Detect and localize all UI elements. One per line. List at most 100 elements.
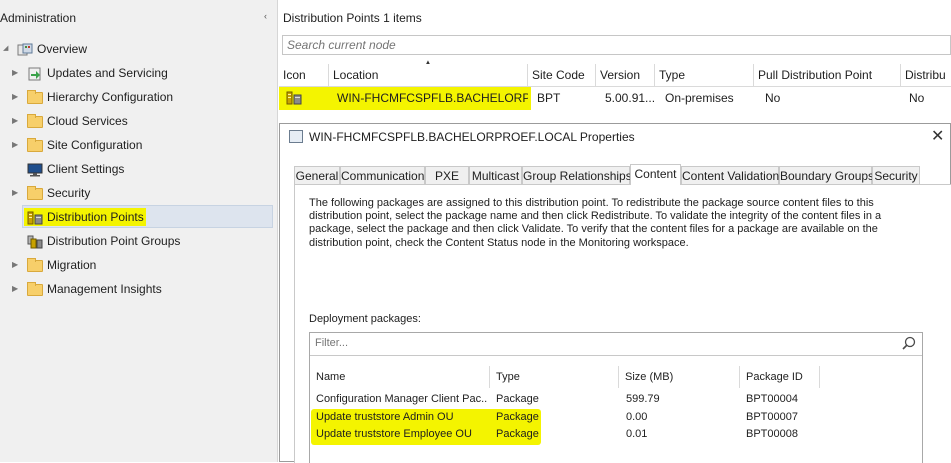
package-type: Package xyxy=(496,428,539,440)
monitor-icon xyxy=(27,162,43,177)
node-title: Distribution Points xyxy=(283,11,380,25)
close-icon[interactable]: ✕ xyxy=(931,126,944,146)
tree-item-label: Updates and Servicing xyxy=(47,66,168,80)
tree-item-distribution-points[interactable]: Distribution Points xyxy=(0,206,277,228)
properties-dialog: WIN-FHCMFCSPFLB.BACHELORPROEF.LOCAL Prop… xyxy=(279,123,951,463)
column-header-type[interactable]: Type xyxy=(490,366,619,388)
tab-boundary-groups[interactable]: Boundary Groups xyxy=(779,166,874,184)
tab-general[interactable]: General xyxy=(294,166,340,184)
overview-icon xyxy=(17,42,33,56)
package-name: Configuration Manager Client Pac... xyxy=(316,393,488,405)
tab-group-relationships[interactable]: Group Relationships xyxy=(522,166,632,184)
deployment-packages-label: Deployment packages: xyxy=(309,313,421,325)
table-row[interactable]: WIN-FHCMFCSPFLB.BACHELORP... BPT 5.00.91… xyxy=(279,87,951,110)
filter-box[interactable] xyxy=(310,333,922,356)
tab-security[interactable]: Security xyxy=(872,166,920,184)
dialog-title: WIN-FHCMFCSPFLB.BACHELORPROEF.LOCAL Prop… xyxy=(309,130,635,144)
tree-item-management-insights[interactable]: ▶ Management Insights xyxy=(0,278,277,300)
deployment-packages-list: Name Type Size (MB) Package ID Configura… xyxy=(309,332,923,463)
tree-item-distribution-point-groups[interactable]: Distribution Point Groups xyxy=(0,230,277,252)
search-icon[interactable] xyxy=(902,336,916,350)
package-id: BPT00007 xyxy=(746,411,798,423)
tab-communication[interactable]: Communication xyxy=(340,166,425,184)
cell-pull-distribution-point: No xyxy=(765,91,781,105)
tree-item-label: Security xyxy=(47,186,91,200)
folder-icon xyxy=(27,282,43,296)
column-header-version[interactable]: Version xyxy=(596,64,655,86)
search-input[interactable] xyxy=(283,36,950,54)
distribution-point-icon xyxy=(286,91,302,105)
package-name: Update truststore Admin OU xyxy=(316,411,454,423)
folder-icon xyxy=(27,258,43,272)
package-size: 599.79 xyxy=(626,393,660,405)
column-header-distribution[interactable]: Distribu xyxy=(901,64,951,86)
table-row[interactable]: Update truststore Admin OU Package 0.00 … xyxy=(310,409,922,426)
tree-item-label: Migration xyxy=(47,258,97,272)
table-row[interactable]: Configuration Manager Client Pac... Pack… xyxy=(310,391,922,408)
collapsed-arrow-icon[interactable]: ▶ xyxy=(12,86,22,108)
tab-pxe[interactable]: PXE xyxy=(425,166,469,184)
collapsed-arrow-icon[interactable]: ▶ xyxy=(12,110,22,132)
updates-icon xyxy=(27,66,43,81)
collapsed-arrow-icon[interactable]: ▶ xyxy=(12,182,22,204)
package-name: Update truststore Employee OU xyxy=(316,428,472,440)
package-type: Package xyxy=(496,393,539,405)
package-id: BPT00004 xyxy=(746,393,798,405)
tab-strip: General Communication PXE Multicast Grou… xyxy=(294,164,951,185)
list-header: Distribution Points 1 items xyxy=(283,11,422,25)
tree-item-hierarchy-configuration[interactable]: ▶ Hierarchy Configuration xyxy=(0,86,277,108)
column-header-package-id[interactable]: Package ID xyxy=(740,366,820,388)
cell-distribution: No xyxy=(909,91,925,105)
tree-item-label: Hierarchy Configuration xyxy=(47,90,174,104)
package-id: BPT00008 xyxy=(746,428,798,440)
table-row[interactable]: Update truststore Employee OU Package 0.… xyxy=(310,426,922,443)
package-size: 0.01 xyxy=(626,428,648,440)
distribution-point-icon xyxy=(27,210,43,225)
search-box[interactable] xyxy=(282,35,951,55)
nav-header: Administration ‹ xyxy=(0,0,277,34)
folder-icon xyxy=(27,186,43,200)
item-count: 1 items xyxy=(383,11,422,25)
package-size: 0.00 xyxy=(626,411,648,423)
tree-item-label: Cloud Services xyxy=(47,114,128,128)
package-type: Package xyxy=(496,411,539,423)
collapsed-arrow-icon[interactable]: ▶ xyxy=(12,254,22,276)
distribution-point-group-icon xyxy=(27,234,43,249)
column-header-icon[interactable]: Icon xyxy=(279,64,329,86)
tree-item-security[interactable]: ▶ Security xyxy=(0,182,277,204)
cell-location: WIN-FHCMFCSPFLB.BACHELORP... xyxy=(337,91,528,105)
tree-item-client-settings[interactable]: Client Settings xyxy=(0,158,277,180)
tab-content[interactable]: Content xyxy=(630,164,681,185)
navigation-pane: Administration ‹ ◢ Overview ▶ Updates an… xyxy=(0,0,278,462)
folder-icon xyxy=(27,114,43,128)
collapsed-arrow-icon[interactable]: ▶ xyxy=(12,134,22,156)
collapsed-arrow-icon[interactable]: ▶ xyxy=(12,62,22,84)
column-header-name[interactable]: Name xyxy=(310,366,490,388)
tree-item-label: Overview xyxy=(37,42,88,56)
tree-item-cloud-services[interactable]: ▶ Cloud Services xyxy=(0,110,277,132)
expanded-arrow-icon[interactable]: ◢ xyxy=(3,38,13,60)
content-description: The following packages are assigned to t… xyxy=(309,197,882,249)
column-header-type[interactable]: Type xyxy=(655,64,754,86)
folder-icon xyxy=(27,138,43,152)
column-header-site-code[interactable]: Site Code xyxy=(528,64,596,86)
tab-content-validation[interactable]: Content Validation xyxy=(681,166,779,184)
cell-version: 5.00.91... xyxy=(605,91,655,105)
tree-item-site-configuration[interactable]: ▶ Site Configuration xyxy=(0,134,277,156)
column-header-pull-distribution-point[interactable]: Pull Distribution Point xyxy=(754,64,901,86)
properties-icon xyxy=(289,130,303,143)
cell-type: On-premises xyxy=(665,91,734,105)
column-header-location[interactable]: Location xyxy=(329,64,528,86)
tree-item-label: Distribution Points xyxy=(47,210,144,224)
tree-item-overview[interactable]: ◢ Overview xyxy=(0,38,277,60)
column-header-size[interactable]: Size (MB) xyxy=(619,366,740,388)
tree-item-updates-and-servicing[interactable]: ▶ Updates and Servicing xyxy=(0,62,277,84)
collapsed-arrow-icon[interactable]: ▶ xyxy=(12,278,22,300)
tab-multicast[interactable]: Multicast xyxy=(469,166,522,184)
cell-site-code: BPT xyxy=(537,91,561,105)
tree-item-label: Site Configuration xyxy=(47,138,143,152)
folder-icon xyxy=(27,90,43,104)
tree-item-migration[interactable]: ▶ Migration xyxy=(0,254,277,276)
filter-input[interactable] xyxy=(310,333,900,353)
collapse-pane-icon[interactable]: ‹ xyxy=(264,11,267,21)
